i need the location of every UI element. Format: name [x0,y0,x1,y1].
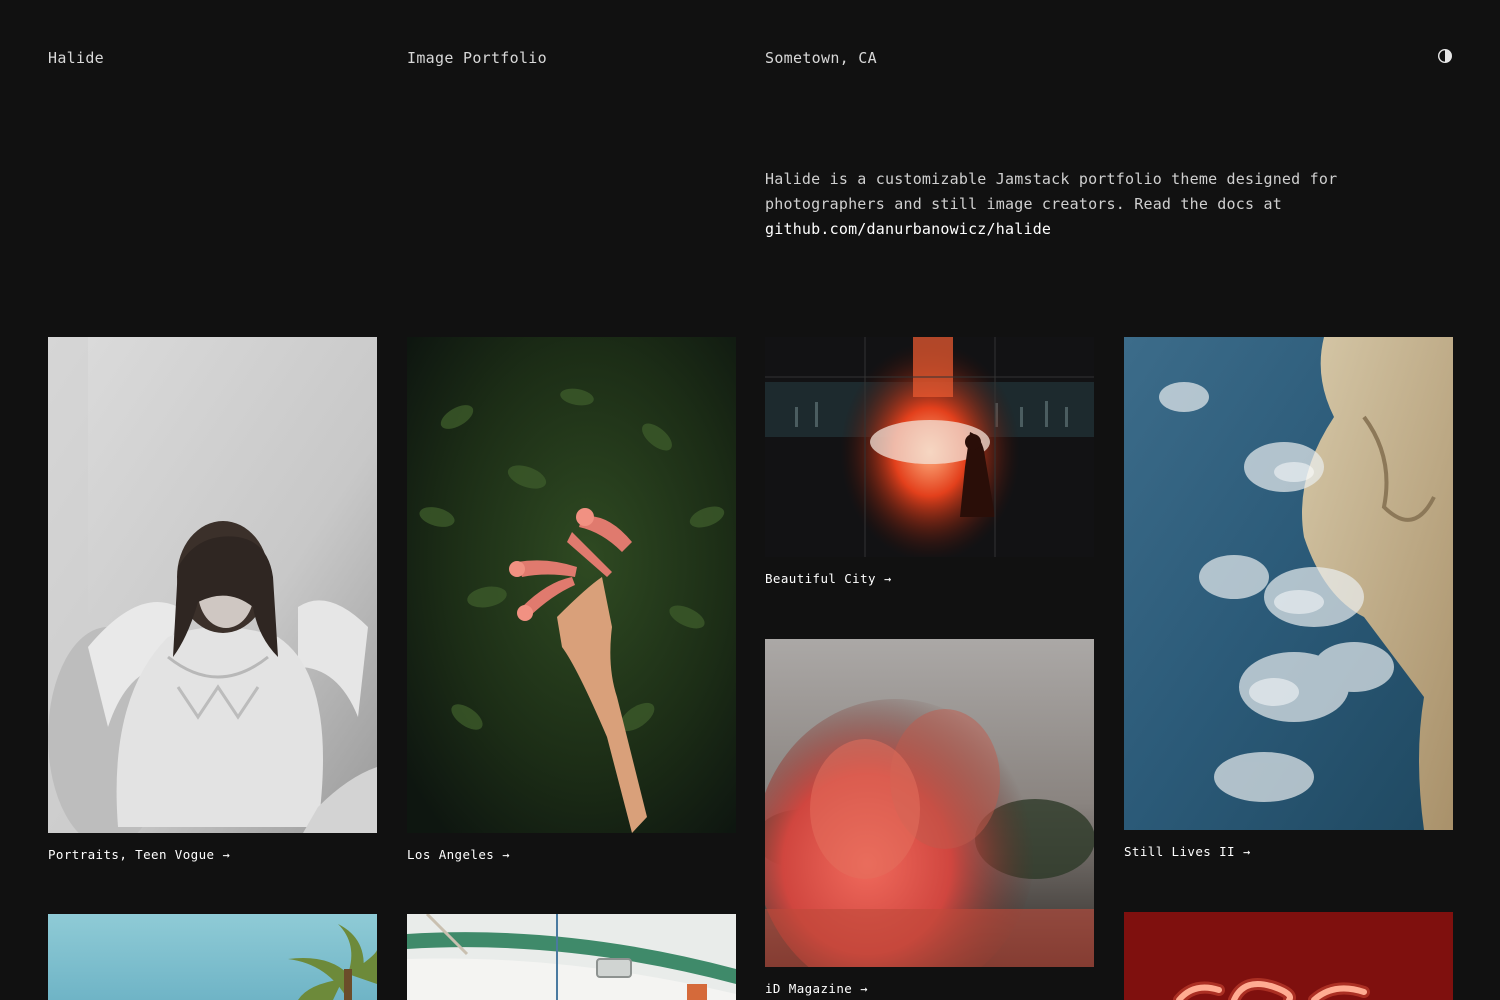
gallery-image-id-magazine[interactable] [765,639,1094,967]
site-location: Sometown, CA [765,49,877,67]
photo-palm-tree [48,914,377,1000]
gallery-card [1124,912,1453,1000]
gallery-title: Los Angeles [407,847,495,862]
intro-text: Halide is a customizable Jamstack portfo… [765,170,1338,213]
arrow-right-icon: → [883,571,892,586]
photo-boat [407,914,736,1000]
gallery-image-still-lives[interactable] [1124,337,1453,830]
gallery-title: iD Magazine [765,981,853,996]
arrow-right-icon: → [222,847,231,862]
site-brand-link[interactable]: Halide [48,48,104,68]
docs-link[interactable]: github.com/danurbanowicz/halide [765,220,1051,238]
gallery-title: Still Lives II [1124,844,1235,859]
gallery-title: Beautiful City [765,571,876,586]
gallery-card [407,914,736,1000]
gallery-image-beautiful-city[interactable] [765,337,1094,557]
gallery-card: Beautiful City → [765,337,1094,587]
photo-blurred-portrait [765,639,1094,967]
gallery-link-still-lives[interactable]: Still Lives II → [1124,844,1251,859]
gallery-image-boat[interactable] [407,914,736,1000]
arrow-right-icon: → [860,981,868,996]
gallery-card [48,914,377,1000]
gallery-link-portraits[interactable]: Portraits, Teen Vogue → [48,847,230,862]
page: Halide Image Portfolio Sometown, CA Hali… [0,0,1500,1000]
gallery-link-id-magazine[interactable]: iD Magazine → [765,981,868,996]
gallery-image-los-angeles[interactable] [407,337,736,833]
gallery-card: iD Magazine → [765,639,1094,997]
gallery-link-los-angeles[interactable]: Los Angeles → [407,847,510,862]
gallery-card: Portraits, Teen Vogue → [48,337,377,863]
gallery-image-neon[interactable] [1124,912,1453,1000]
gallery-image-portraits[interactable] [48,337,377,833]
gallery-title: Portraits, Teen Vogue [48,847,215,862]
photo-neon-sign [1124,912,1453,1000]
gallery-card: Los Angeles → [407,337,736,863]
gallery-link-beautiful-city[interactable]: Beautiful City → [765,571,892,586]
arrow-right-icon: → [1242,844,1251,859]
gallery-image-palm[interactable] [48,914,377,1000]
photo-ocean-rocks [1124,337,1453,830]
arrow-right-icon: → [502,847,510,862]
theme-toggle-button[interactable] [1437,48,1453,64]
contrast-icon [1437,48,1453,64]
photo-portrait-woman [48,337,377,833]
gallery-card: Still Lives II → [1124,337,1453,860]
photo-red-bar [765,337,1094,557]
intro-paragraph: Halide is a customizable Jamstack portfo… [765,167,1365,242]
photo-hand-flower [407,337,736,833]
site-subtitle: Image Portfolio [407,49,547,67]
